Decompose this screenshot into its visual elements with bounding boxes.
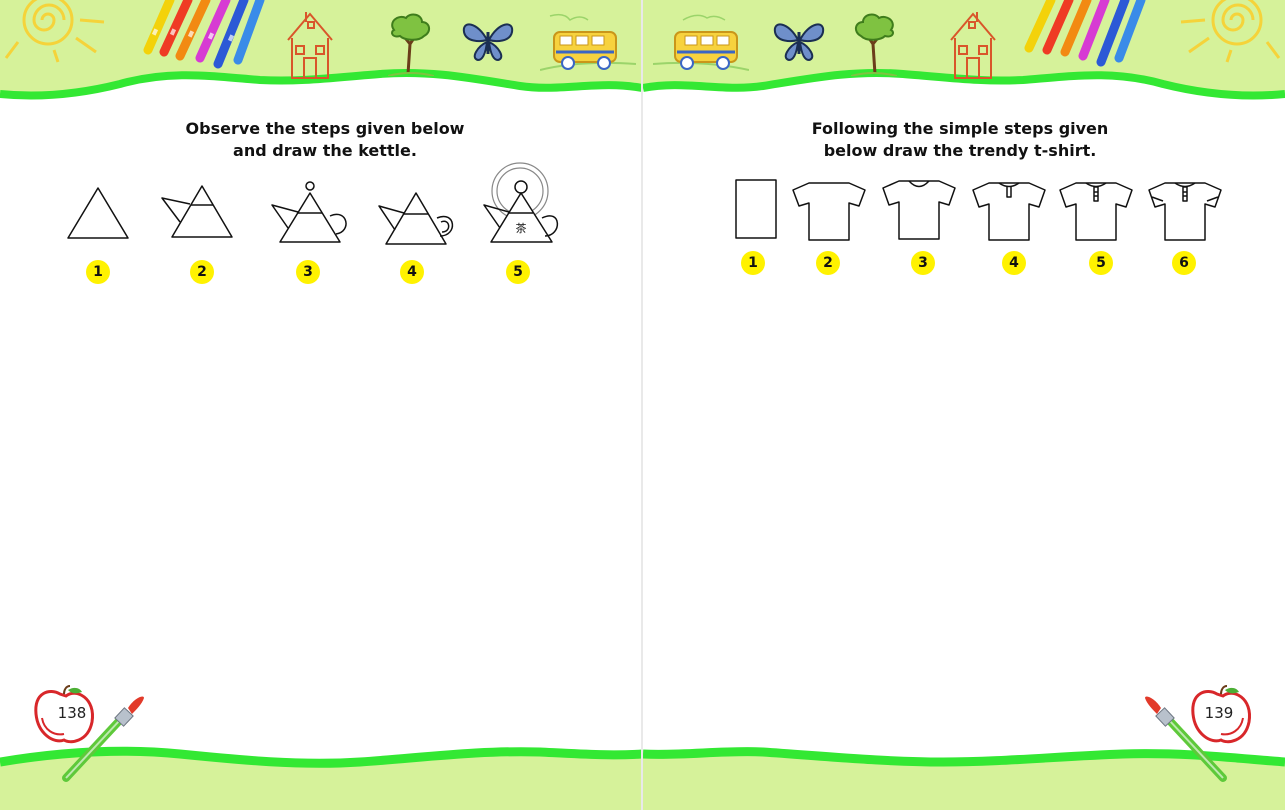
page-number: 138 [57, 704, 87, 722]
tshirt-step-4-drawing [972, 182, 1046, 241]
tshirt-step-3-badge: 3 [911, 251, 935, 275]
tshirt-step-5-drawing [1059, 182, 1133, 241]
page-number: 139 [1204, 704, 1234, 722]
kettle-step-4-badge: 4 [400, 260, 424, 284]
tshirt-step-1-drawing [735, 179, 777, 239]
left-page: Observe the steps given below and draw t… [0, 0, 642, 810]
tshirt-step-6-badge: 6 [1172, 251, 1196, 275]
kettle-steps-illustration: 茶 [67, 162, 559, 245]
tshirt-step-6-drawing [1148, 182, 1222, 241]
kettle-step-5-badge: 5 [506, 260, 530, 284]
tshirt-step-1-badge: 1 [741, 251, 765, 275]
tshirt-step-2-drawing [792, 182, 866, 241]
kettle-step-3-badge: 3 [296, 260, 320, 284]
kettle-step-1-drawing [67, 187, 129, 239]
tshirt-step-4-badge: 4 [1002, 251, 1026, 275]
right-page: Following the simple steps given below d… [643, 0, 1285, 810]
tshirt-steps-illustration [735, 179, 1222, 241]
kettle-step-2-drawing [161, 185, 233, 238]
kettle-step-4-drawing [378, 192, 454, 245]
tshirt-step-5-badge: 5 [1089, 251, 1113, 275]
tshirt-step-3-drawing [882, 180, 956, 240]
kettle-step-3-drawing [271, 181, 347, 243]
kettle-label: 茶 [516, 222, 527, 235]
kettle-step-1-badge: 1 [86, 260, 110, 284]
tshirt-step-2-badge: 2 [816, 251, 840, 275]
kettle-step-2-badge: 2 [190, 260, 214, 284]
